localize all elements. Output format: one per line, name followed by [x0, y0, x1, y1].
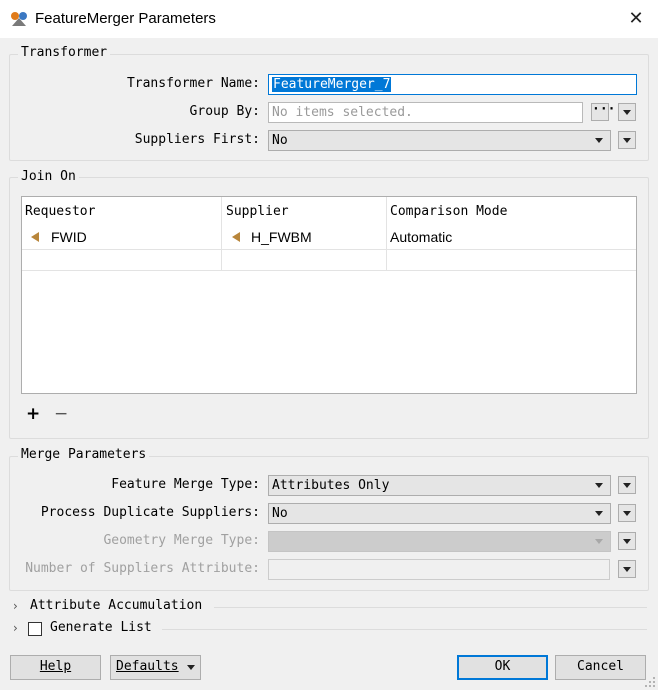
process-duplicate-suppliers-select[interactable]: No — [268, 503, 611, 524]
chevron-down-icon — [595, 138, 603, 143]
requestor-cell[interactable]: FWID — [51, 229, 87, 245]
chevron-down-icon — [623, 138, 631, 143]
attribute-accumulation-section[interactable]: Attribute Accumulation — [30, 598, 202, 613]
transformer-name-input[interactable]: FeatureMerger_7 — [268, 74, 637, 95]
merge-parameters-legend: Merge Parameters — [18, 447, 150, 462]
group-by-label: Group By: — [189, 104, 260, 119]
attribute-icon — [232, 232, 240, 242]
resize-grip-icon[interactable] — [644, 676, 656, 688]
process-duplicate-suppliers-value: No — [272, 506, 288, 521]
close-icon[interactable]: ✕ — [624, 6, 648, 32]
chevron-down-icon — [595, 539, 603, 544]
attribute-icon — [31, 232, 39, 242]
join-on-table[interactable]: Requestor Supplier Comparison Mode FWID … — [21, 196, 637, 394]
chevron-down-icon — [595, 483, 603, 488]
process-duplicate-options-button[interactable] — [618, 504, 636, 522]
number-of-suppliers-attribute-label: Number of Suppliers Attribute: — [25, 561, 260, 576]
suppliers-first-value: No — [272, 133, 288, 148]
chevron-down-icon — [623, 483, 631, 488]
chevron-down-icon — [623, 511, 631, 516]
number-of-suppliers-attribute-field — [268, 559, 610, 580]
feature-merge-type-label: Feature Merge Type: — [111, 477, 260, 492]
geometry-merge-type-select — [268, 531, 611, 552]
feature-merge-type-select[interactable]: Attributes Only — [268, 475, 611, 496]
generate-list-section[interactable]: Generate List — [50, 620, 152, 635]
featuremerger-app-icon — [11, 12, 27, 26]
process-duplicate-suppliers-label: Process Duplicate Suppliers: — [40, 505, 260, 520]
feature-merge-type-value: Attributes Only — [272, 478, 390, 493]
remove-row-button[interactable]: − — [54, 404, 68, 424]
table-row[interactable]: FWID H_FWBM Automatic — [22, 228, 636, 248]
transformer-legend: Transformer — [18, 45, 111, 60]
chevron-down-icon — [623, 110, 631, 115]
chevron-down-icon — [623, 567, 631, 572]
geometry-merge-type-label: Geometry Merge Type: — [103, 533, 260, 548]
chevron-right-icon[interactable]: › — [13, 599, 18, 613]
transformer-name-label: Transformer Name: — [126, 76, 260, 91]
ok-button[interactable]: OK — [457, 655, 548, 680]
suppliers-first-options-button[interactable] — [618, 131, 636, 149]
row-divider — [22, 270, 636, 271]
chevron-right-icon[interactable]: › — [13, 621, 18, 635]
column-header-requestor[interactable]: Requestor — [25, 204, 95, 219]
section-divider — [162, 629, 647, 630]
transformer-name-selected-text: FeatureMerger_7 — [272, 77, 392, 92]
help-button-label: Help — [39, 659, 72, 674]
supplier-cell[interactable]: H_FWBM — [251, 229, 312, 245]
join-on-legend: Join On — [18, 169, 79, 184]
generate-list-checkbox[interactable] — [28, 622, 42, 636]
defaults-button-label: Defaults — [116, 659, 179, 674]
suppliers-first-select[interactable]: No — [268, 130, 611, 151]
defaults-button[interactable]: Defaults — [110, 655, 201, 680]
number-of-suppliers-options-button[interactable] — [618, 560, 636, 578]
cancel-button[interactable]: Cancel — [555, 655, 646, 680]
section-divider — [214, 607, 647, 608]
chevron-down-icon — [187, 665, 195, 670]
help-button[interactable]: Help — [10, 655, 101, 680]
group-by-field[interactable]: No items selected. — [268, 102, 583, 123]
add-row-button[interactable]: + — [26, 404, 40, 424]
column-header-comparison-mode[interactable]: Comparison Mode — [390, 204, 507, 219]
window-title: FeatureMerger Parameters — [35, 10, 216, 27]
comparison-mode-cell[interactable]: Automatic — [390, 229, 452, 245]
suppliers-first-label: Suppliers First: — [134, 132, 260, 147]
title-bar: FeatureMerger Parameters ✕ — [0, 0, 658, 38]
geometry-merge-type-options-button[interactable] — [618, 532, 636, 550]
column-header-supplier[interactable]: Supplier — [226, 204, 289, 219]
row-divider — [22, 249, 636, 250]
feature-merge-type-options-button[interactable] — [618, 476, 636, 494]
chevron-down-icon — [595, 511, 603, 516]
chevron-down-icon — [623, 539, 631, 544]
group-by-ellipsis-button[interactable]: ··· — [591, 103, 615, 121]
group-by-options-button[interactable] — [618, 103, 636, 121]
